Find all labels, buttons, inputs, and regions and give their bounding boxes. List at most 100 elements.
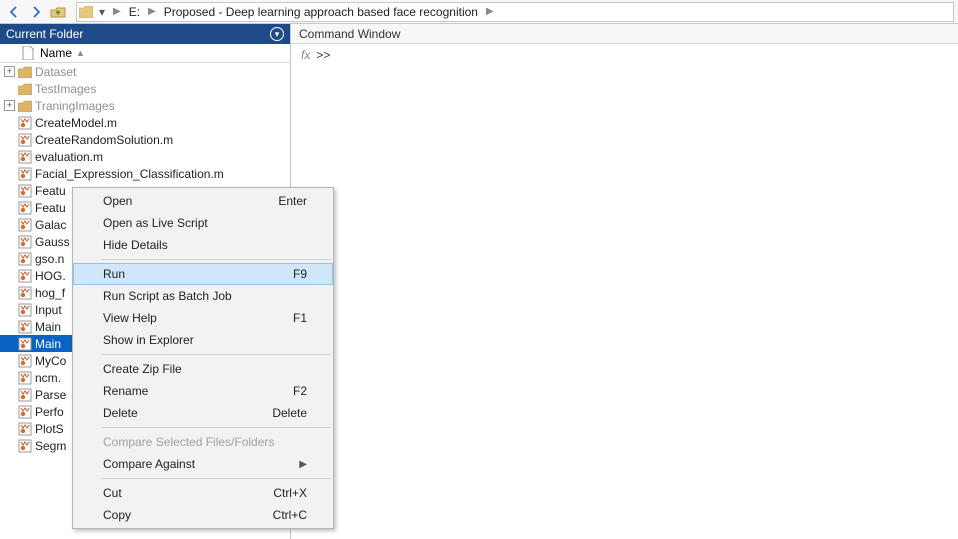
menu-item[interactable]: Rename F2	[73, 380, 333, 402]
menu-item[interactable]: RunF9	[73, 263, 333, 285]
file-label: HOG.	[35, 269, 66, 283]
name-column-label: Name	[40, 46, 72, 60]
command-window-title: Command Window	[299, 27, 400, 41]
mfile-icon	[17, 439, 33, 453]
menu-item[interactable]: Open Enter	[73, 190, 333, 212]
menu-item-label: View Help	[103, 311, 157, 325]
folder-icon	[17, 65, 33, 79]
menu-separator	[101, 427, 331, 428]
up-folder-button[interactable]	[48, 2, 68, 22]
address-bar[interactable]: ▾ ▶ E: ▶ Proposed - Deep learning approa…	[76, 2, 954, 22]
menu-item-label: Rename	[103, 384, 148, 398]
menu-item-shortcut: F2	[293, 384, 307, 398]
file-row[interactable]: +evaluation.m	[0, 148, 290, 165]
file-row[interactable]: +CreateRandomSolution.m	[0, 131, 290, 148]
mfile-icon	[17, 286, 33, 300]
menu-item[interactable]: DeleteDelete	[73, 402, 333, 424]
mfile-icon	[17, 354, 33, 368]
mfile-icon	[17, 388, 33, 402]
panel-menu-icon[interactable]: ▾	[270, 27, 284, 41]
submenu-arrow-icon: ▶	[299, 459, 307, 470]
menu-item[interactable]: Hide Details	[73, 234, 333, 256]
menu-item-label: Open as Live Script	[103, 216, 208, 230]
mfile-icon	[17, 235, 33, 249]
mfile-icon	[17, 252, 33, 266]
current-folder-title: Current Folder	[6, 27, 83, 41]
menu-item-shortcut: Enter	[278, 194, 307, 208]
file-label: Dataset	[35, 65, 76, 79]
address-toolbar: ▾ ▶ E: ▶ Proposed - Deep learning approa…	[0, 0, 958, 24]
file-row[interactable]: +CreateModel.m	[0, 114, 290, 131]
command-window-body[interactable]: fx >>	[291, 44, 958, 539]
chevron-right-icon[interactable]: ▶	[109, 6, 125, 17]
drive-dropdown-icon[interactable]: ▾	[95, 5, 109, 19]
menu-item-label: Cut	[103, 486, 122, 500]
folder-icon	[17, 82, 33, 96]
menu-item[interactable]: Run Script as Batch Job	[73, 285, 333, 307]
file-label: evaluation.m	[35, 150, 103, 164]
menu-item-shortcut: Ctrl+X	[273, 486, 307, 500]
expand-icon[interactable]: +	[4, 100, 15, 111]
menu-item-label: Open	[103, 194, 132, 208]
file-label: Featu	[35, 201, 66, 215]
menu-item[interactable]: Cut Ctrl+X	[73, 482, 333, 504]
menu-item[interactable]: Create Zip File	[73, 358, 333, 380]
folder-row[interactable]: + TraningImages	[0, 97, 290, 114]
mfile-icon	[17, 133, 33, 147]
file-label: Main	[35, 320, 61, 334]
file-label: Perfo	[35, 405, 64, 419]
folder-icon	[77, 6, 95, 18]
mfile-icon	[17, 116, 33, 130]
file-label: PlotS	[35, 422, 64, 436]
menu-item-label: Delete	[103, 406, 138, 420]
mfile-icon	[17, 337, 33, 351]
menu-item-label: Copy	[103, 508, 131, 522]
menu-item[interactable]: Show in Explorer	[73, 329, 333, 351]
file-label: Segm	[35, 439, 66, 453]
menu-item-label: Show in Explorer	[103, 333, 194, 347]
menu-item-label: Run Script as Batch Job	[103, 289, 232, 303]
menu-item-label: Compare Selected Files/Folders	[103, 435, 274, 449]
forward-button[interactable]	[26, 2, 46, 22]
menu-separator	[101, 259, 331, 260]
mfile-icon	[17, 405, 33, 419]
breadcrumb-folder[interactable]: Proposed - Deep learning approach based …	[160, 5, 482, 19]
chevron-right-icon[interactable]: ▶	[144, 6, 160, 17]
file-label: Parse	[35, 388, 66, 402]
mfile-icon	[17, 320, 33, 334]
file-label: TraningImages	[35, 99, 115, 113]
file-label: CreateRandomSolution.m	[35, 133, 173, 147]
mfile-icon	[17, 303, 33, 317]
menu-item[interactable]: View HelpF1	[73, 307, 333, 329]
menu-item[interactable]: Open as Live Script	[73, 212, 333, 234]
menu-item-shortcut: Ctrl+C	[273, 508, 307, 522]
file-label: TestImages	[35, 82, 96, 96]
file-label: MyCo	[35, 354, 66, 368]
mfile-icon	[17, 167, 33, 181]
file-row[interactable]: +Facial_Expression_Classification.m	[0, 165, 290, 182]
menu-item[interactable]: Compare Against ▶	[73, 453, 333, 475]
file-label: Featu	[35, 184, 66, 198]
file-label: Main	[35, 337, 61, 351]
back-button[interactable]	[4, 2, 24, 22]
menu-item[interactable]: Copy Ctrl+C	[73, 504, 333, 526]
file-label: gso.n	[35, 252, 64, 266]
expand-icon[interactable]: +	[4, 66, 15, 77]
sort-asc-icon: ▲	[76, 48, 85, 58]
context-menu: Open Enter Open as Live Script Hide Details…	[72, 187, 334, 529]
mfile-icon	[17, 184, 33, 198]
file-label: hog_f	[35, 286, 65, 300]
file-label: Input	[35, 303, 62, 317]
menu-item-shortcut: F9	[293, 267, 307, 281]
column-header[interactable]: Name ▲	[0, 44, 290, 63]
chevron-right-icon[interactable]: ▶	[482, 6, 498, 17]
folder-row[interactable]: +TestImages	[0, 80, 290, 97]
menu-item-label: Compare Against	[103, 457, 195, 471]
menu-separator	[101, 478, 331, 479]
command-window-panel: Command Window fx >>	[291, 24, 958, 539]
current-folder-panel: Current Folder ▾ Name ▲ +Dataset+TestIma…	[0, 24, 291, 539]
folder-row[interactable]: + Dataset	[0, 63, 290, 80]
mfile-icon	[17, 218, 33, 232]
menu-item-label: Create Zip File	[103, 362, 182, 376]
breadcrumb-drive[interactable]: E:	[125, 5, 144, 19]
